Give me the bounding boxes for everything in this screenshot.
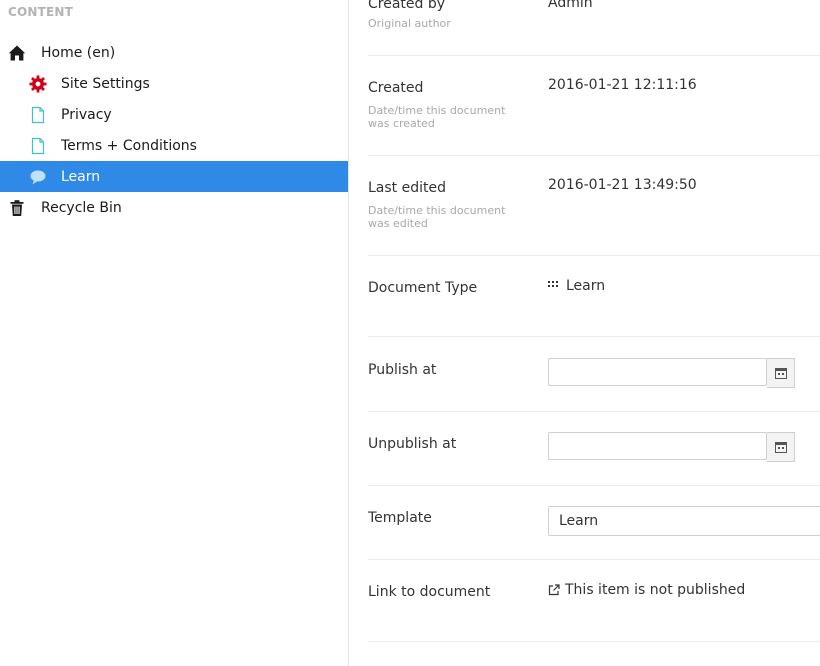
tree-item-home[interactable]: Home (en)	[0, 37, 348, 68]
calendar-icon	[774, 441, 787, 453]
unpublish-at-calendar-button[interactable]	[767, 432, 795, 462]
tree-item-label: Privacy	[61, 106, 112, 123]
property-label: Document Type	[368, 280, 478, 296]
property-label: Template	[368, 510, 432, 526]
external-link-icon	[548, 584, 560, 596]
property-link-to-document: Link to document This item is not publis…	[368, 560, 820, 642]
grid-dots-icon	[548, 281, 560, 291]
property-label: Link to document	[368, 584, 491, 600]
property-description: Original author	[368, 17, 451, 30]
property-publish-at: Publish at	[368, 337, 820, 412]
property-label: Created	[368, 80, 424, 96]
property-template: Template Learn	[368, 486, 820, 560]
tree-item-label: Home (en)	[41, 44, 116, 61]
tree-item-site-settings[interactable]: Site Settings	[0, 68, 348, 99]
content-tree-sidebar: CONTENT Home (en) Site Settings Privacy …	[0, 0, 349, 666]
tree-item-label: Terms + Conditions	[61, 137, 197, 154]
tree-item-label: Recycle Bin	[41, 199, 122, 216]
unpublish-at-input[interactable]	[548, 432, 767, 460]
link-to-document-value: This item is not published	[548, 582, 745, 598]
home-icon	[8, 44, 26, 62]
property-description: Date/time this document was edited	[368, 204, 506, 230]
property-label: Unpublish at	[368, 436, 457, 452]
tree-item-terms-conditions[interactable]: Terms + Conditions	[0, 130, 348, 161]
link-status-text: This item is not published	[565, 582, 746, 598]
speech-bubble-icon	[29, 168, 47, 186]
property-created: Created Date/time this document was crea…	[368, 56, 820, 156]
document-type-name: Learn	[566, 278, 606, 294]
created-value: 2016-01-21 12:11:16	[548, 77, 697, 93]
property-document-type: Document Type Learn	[368, 256, 820, 337]
document-properties-panel: Created by Original author Admin Created…	[349, 0, 820, 666]
property-created-by: Created by Original author Admin	[368, 0, 820, 56]
tree-item-label: Site Settings	[61, 75, 150, 92]
property-last-edited: Last edited Date/time this document was …	[368, 156, 820, 256]
created-by-value: Admin	[548, 0, 593, 11]
tree-item-learn[interactable]: Learn	[0, 161, 348, 192]
calendar-icon	[774, 367, 787, 379]
tree-item-label: Learn	[61, 168, 101, 185]
property-label: Last edited	[368, 180, 446, 196]
gear-icon	[29, 75, 47, 93]
tree-item-privacy[interactable]: Privacy	[0, 99, 348, 130]
document-icon	[29, 137, 47, 155]
last-edited-value: 2016-01-21 13:49:50	[548, 177, 697, 193]
publish-at-input[interactable]	[548, 358, 767, 386]
property-description: Date/time this document was created	[368, 104, 506, 130]
template-selected-value: Learn	[559, 513, 599, 529]
property-label: Publish at	[368, 362, 437, 378]
property-label: Created by	[368, 0, 446, 12]
publish-at-calendar-button[interactable]	[767, 358, 795, 388]
tree-item-recycle-bin[interactable]: Recycle Bin	[0, 192, 348, 223]
template-select[interactable]: Learn	[548, 506, 820, 536]
document-type-value: Learn	[548, 278, 605, 294]
property-unpublish-at: Unpublish at	[368, 412, 820, 486]
trash-icon	[8, 199, 26, 217]
document-icon	[29, 106, 47, 124]
sidebar-heading: CONTENT	[8, 5, 74, 19]
